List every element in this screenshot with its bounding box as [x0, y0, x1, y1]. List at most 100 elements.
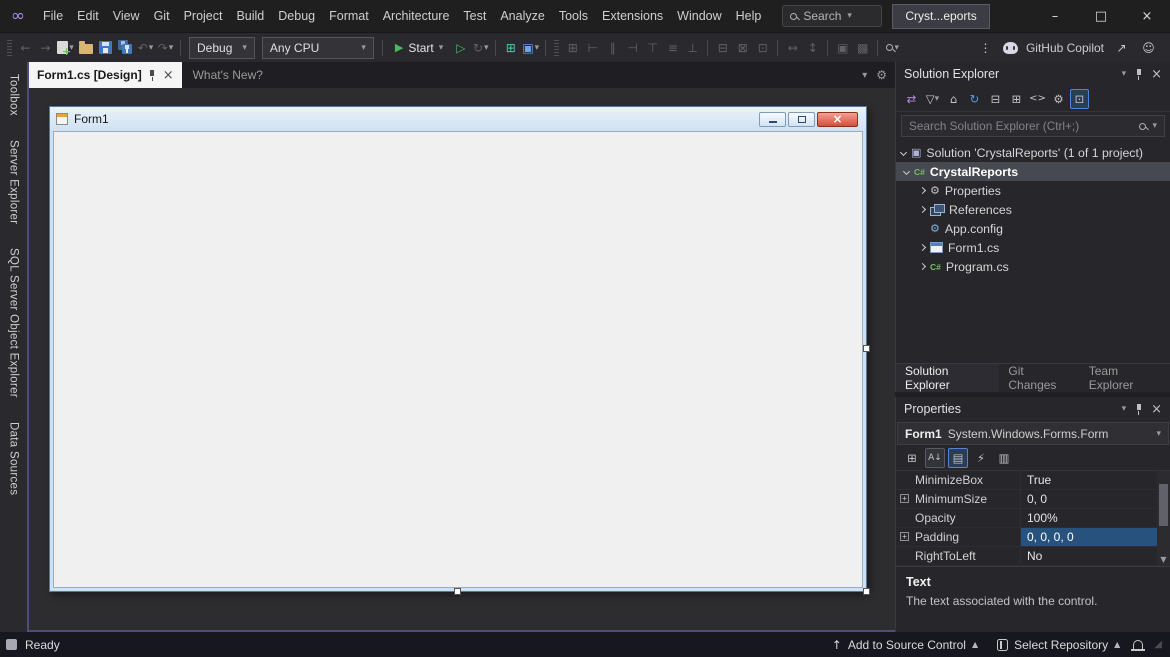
minimize-button[interactable]: –	[1032, 0, 1078, 32]
tree-item-references[interactable]: References	[896, 200, 1170, 219]
property-value[interactable]: No	[1020, 547, 1157, 565]
property-name[interactable]: Opacity	[896, 509, 1020, 527]
properties-scrollbar[interactable]: ▼	[1157, 471, 1170, 566]
property-row[interactable]: MinimizeBox True	[896, 471, 1157, 490]
resize-handle-bottom[interactable]	[454, 588, 461, 595]
make-same-width-icon[interactable]: ⊟	[713, 37, 732, 59]
align-lefts-icon[interactable]: ⊢	[583, 37, 602, 59]
run-without-debugging-icon[interactable]: ▷	[451, 37, 470, 59]
tree-item-solution[interactable]: ▣ Solution 'CrystalReports' (1 of 1 proj…	[896, 143, 1170, 162]
global-search-box[interactable]: Search ▾	[782, 5, 883, 27]
tree-item-program-cs[interactable]: C# Program.cs	[896, 257, 1170, 276]
menu-window[interactable]: Window	[670, 9, 728, 23]
bring-to-front-icon[interactable]: ▣	[833, 37, 852, 59]
design-form[interactable]: Form1 ×	[49, 106, 867, 592]
scrollbar-thumb[interactable]	[1159, 484, 1168, 526]
properties-view-icon[interactable]: ▤	[948, 447, 968, 468]
property-name[interactable]: RightToLeft	[896, 547, 1020, 565]
feedback-icon[interactable]: ☺	[1139, 37, 1158, 59]
menu-view[interactable]: View	[106, 9, 147, 23]
toolbar-grip[interactable]	[554, 39, 560, 56]
redo-icon[interactable]: ↷ ▾	[156, 37, 175, 59]
save-all-icon[interactable]	[116, 37, 135, 59]
vertical-spacing-icon[interactable]: ↕	[803, 37, 822, 59]
tab-form1-design[interactable]: Form1.cs [Design] ×	[29, 62, 182, 88]
expand-chevron-icon[interactable]	[918, 186, 927, 195]
make-same-height-icon[interactable]: ⊠	[733, 37, 752, 59]
preview-selected-items-icon[interactable]: ⊡	[1070, 88, 1089, 109]
tab-solution-explorer[interactable]: Solution Explorer	[896, 364, 1000, 392]
align-middles-icon[interactable]: ≡	[663, 37, 682, 59]
sidebar-tab-sql-server-object-explorer[interactable]: SQL Server Object Explorer	[8, 248, 20, 398]
expand-chevron-icon[interactable]	[918, 205, 927, 214]
solution-configuration-combo[interactable]: Debug ▾	[189, 36, 255, 59]
show-all-files-icon[interactable]: ⊞	[1007, 89, 1026, 109]
notifications-bell-icon[interactable]	[1131, 640, 1146, 651]
property-pages-icon[interactable]: ▥	[994, 448, 1014, 468]
home-icon[interactable]: ⌂	[944, 89, 963, 109]
categorized-icon[interactable]: ⊞	[902, 448, 922, 468]
pin-tab-icon[interactable]	[149, 69, 156, 81]
align-centers-icon[interactable]: ∥	[603, 37, 622, 59]
property-value[interactable]: 0, 0, 0, 0	[1020, 528, 1157, 546]
menu-extensions[interactable]: Extensions	[595, 9, 670, 23]
zoom-icon[interactable]: ▾	[883, 37, 902, 59]
scroll-down-arrow-icon[interactable]: ▼	[1160, 555, 1166, 566]
maximize-button[interactable]: □	[1078, 0, 1124, 32]
menu-project[interactable]: Project	[177, 9, 230, 23]
resize-handle-bottom-right[interactable]	[863, 588, 870, 595]
menu-analyze[interactable]: Analyze	[493, 9, 551, 23]
new-project-icon[interactable]: ▾	[56, 37, 75, 59]
github-copilot-label[interactable]: GitHub Copilot	[1026, 41, 1104, 55]
expand-chevron-icon[interactable]	[918, 243, 927, 252]
menu-debug[interactable]: Debug	[271, 9, 322, 23]
property-name[interactable]: MinimizeBox	[896, 471, 1020, 489]
add-to-source-control-button[interactable]: ↑ Add to Source Control ▲	[826, 638, 984, 652]
open-file-icon[interactable]	[76, 37, 95, 59]
events-lightning-icon[interactable]: ⚡	[971, 448, 991, 468]
menu-format[interactable]: Format	[322, 9, 376, 23]
align-tops-icon[interactable]: ⊤	[643, 37, 662, 59]
align-to-grid-icon[interactable]: ⊞	[563, 37, 582, 59]
tree-item-properties[interactable]: ⚙ Properties	[896, 181, 1170, 200]
pin-icon[interactable]	[1135, 68, 1142, 80]
horizontal-spacing-icon[interactable]: ↔	[783, 37, 802, 59]
close-panel-icon[interactable]: ×	[1151, 402, 1162, 417]
navigate-forward-icon[interactable]: →	[36, 37, 55, 59]
menu-build[interactable]: Build	[229, 9, 271, 23]
alphabetical-sort-icon[interactable]: A↓	[925, 447, 945, 468]
menu-help[interactable]: Help	[729, 9, 769, 23]
collapse-chevron-icon[interactable]	[902, 167, 911, 176]
property-value[interactable]: True	[1020, 471, 1157, 489]
designer-surface[interactable]: Form1 ×	[29, 88, 895, 630]
property-row[interactable]: RightToLeft No	[896, 547, 1157, 566]
navigate-back-icon[interactable]: ←	[16, 37, 35, 59]
window-position-chevron-icon[interactable]: ▾	[1122, 69, 1127, 79]
pin-icon[interactable]	[1135, 403, 1142, 415]
property-row[interactable]: Opacity 100%	[896, 509, 1157, 528]
make-same-size-icon[interactable]: ⊡	[753, 37, 772, 59]
property-value[interactable]: 0, 0	[1020, 490, 1157, 508]
close-tab-icon[interactable]: ×	[163, 68, 174, 83]
hot-reload-icon[interactable]: ↻ ▾	[471, 37, 490, 59]
property-name[interactable]: + Padding	[896, 528, 1020, 546]
refresh-icon[interactable]: ↻	[965, 89, 984, 109]
properties-window-icon[interactable]: ▣ ▾	[521, 37, 540, 59]
filter-icon[interactable]: ▽ ▾	[923, 89, 942, 109]
background-tasks-icon[interactable]	[6, 639, 17, 650]
align-rights-icon[interactable]: ⊣	[623, 37, 642, 59]
tab-git-changes[interactable]: Git Changes	[999, 364, 1079, 392]
collapse-chevron-icon[interactable]	[899, 148, 908, 157]
tab-options-gear-icon[interactable]: ⚙	[876, 68, 887, 82]
expand-chevron-icon[interactable]	[918, 262, 927, 271]
menu-architecture[interactable]: Architecture	[376, 9, 457, 23]
menu-tools[interactable]: Tools	[552, 9, 595, 23]
form-client-area[interactable]	[53, 131, 863, 588]
align-bottoms-icon[interactable]: ⊥	[683, 37, 702, 59]
share-icon[interactable]: ↗	[1112, 37, 1131, 59]
resize-handle-right[interactable]	[863, 345, 870, 352]
property-row-selected[interactable]: + Padding 0, 0, 0, 0	[896, 528, 1157, 547]
sidebar-tab-data-sources[interactable]: Data Sources	[8, 422, 20, 495]
tab-whats-new[interactable]: What's New?	[182, 62, 274, 88]
sidebar-tab-toolbox[interactable]: Toolbox	[8, 74, 20, 116]
